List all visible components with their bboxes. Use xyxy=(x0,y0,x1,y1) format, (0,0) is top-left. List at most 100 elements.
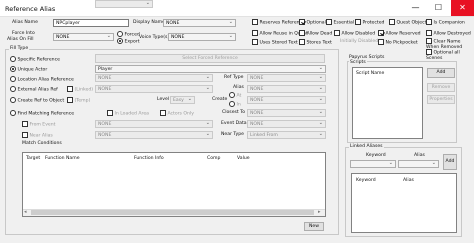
flag-checkbox[interactable] xyxy=(426,38,432,44)
flag-checkbox[interactable] xyxy=(252,39,258,45)
minimize-button[interactable]: — xyxy=(404,0,427,16)
flag-checkbox[interactable] xyxy=(326,19,332,25)
from-event-checkbox[interactable]: From Event xyxy=(22,121,55,128)
flag-checkbox[interactable] xyxy=(299,39,305,45)
flag-stores-text[interactable]: Stores Text xyxy=(299,39,332,46)
scroll-left-icon[interactable]: ◂ xyxy=(24,209,27,215)
scroll-right-icon[interactable]: ▸ xyxy=(318,209,321,215)
at-radio-circle[interactable] xyxy=(229,92,235,98)
level-select[interactable]: Easy xyxy=(170,96,195,104)
specific-reference-radio[interactable]: Specific Reference xyxy=(10,56,60,63)
flag-optional-all-scenes[interactable]: Optional all Scenes xyxy=(426,49,474,61)
export-radio[interactable]: Export xyxy=(117,38,140,45)
flag-checkbox[interactable] xyxy=(252,19,258,25)
column-target[interactable]: Target xyxy=(26,156,40,161)
select-forced-reference-button[interactable]: Select Forced Reference xyxy=(95,54,325,63)
create-object-select[interactable] xyxy=(95,0,153,8)
column-value[interactable]: Value xyxy=(237,156,250,161)
near-alias-select[interactable]: NONE xyxy=(95,131,213,139)
flag-reserves-reference[interactable]: Reserves Reference xyxy=(252,19,305,26)
column-keyword[interactable]: Keyword xyxy=(356,178,376,183)
linked-keyword-select[interactable] xyxy=(350,160,396,168)
properties-button[interactable]: Properties xyxy=(427,95,455,104)
scrollbar-thumb[interactable] xyxy=(31,210,314,215)
export-radio-circle[interactable] xyxy=(117,38,123,44)
column-alias[interactable]: Alias xyxy=(403,178,414,183)
flag-allow-reserved[interactable]: Allow Reserved xyxy=(378,30,421,37)
alias-name-input[interactable]: NPCplayer xyxy=(53,19,129,27)
near-alias-checkbox[interactable]: Near Alias xyxy=(22,132,53,139)
flag-is-companion[interactable]: Is Companion xyxy=(426,19,465,26)
flag-checkbox[interactable] xyxy=(426,49,432,55)
at-radio[interactable]: At xyxy=(229,92,241,99)
flag-checkbox[interactable] xyxy=(355,19,361,25)
from-event-box[interactable] xyxy=(22,121,28,127)
forced-radio[interactable]: Forced xyxy=(117,31,140,38)
column-function-name[interactable]: Function Name xyxy=(45,156,80,161)
display-name-select[interactable]: NONE xyxy=(163,19,236,27)
near-type-select[interactable]: Linked From xyxy=(247,131,326,139)
ref-type-select[interactable]: NONE xyxy=(247,74,326,82)
in-radio[interactable]: In xyxy=(229,101,241,108)
linked-checkbox[interactable]: (Linked) xyxy=(67,86,93,93)
radio-circle[interactable] xyxy=(10,76,16,82)
closest-to-select[interactable]: NONE xyxy=(247,109,326,117)
create-at-select[interactable]: NONE xyxy=(247,96,326,104)
external-alias-select[interactable]: NONE xyxy=(95,85,213,93)
actors-only-checkbox[interactable]: Actors Only xyxy=(160,110,194,117)
flag-checkbox[interactable] xyxy=(299,19,305,25)
external-alias-ref-radio[interactable]: External Alias Ref xyxy=(10,86,58,93)
flag-checkbox[interactable] xyxy=(334,30,340,36)
flag-quest-object[interactable]: Quest Object xyxy=(389,19,426,26)
linked-checkbox-box[interactable] xyxy=(67,86,73,92)
add-linked-alias-button[interactable]: Add xyxy=(443,154,457,170)
column-script-name[interactable]: Script Name xyxy=(356,71,384,76)
radio-circle[interactable] xyxy=(10,86,16,92)
close-button[interactable]: ✕ xyxy=(451,0,474,16)
unique-actor-radio[interactable]: Unique Actor xyxy=(10,66,47,73)
column-function-info[interactable]: Function Info xyxy=(134,156,164,161)
flag-checkbox[interactable] xyxy=(426,19,432,25)
voice-type-select[interactable]: NONE xyxy=(168,33,236,41)
flag-checkbox[interactable] xyxy=(426,30,432,36)
forced-radio-circle[interactable] xyxy=(117,31,123,37)
match-conditions-table[interactable] xyxy=(22,152,326,217)
column-comp[interactable]: Comp xyxy=(207,156,220,161)
flag-checkbox[interactable] xyxy=(252,30,258,36)
radio-circle[interactable] xyxy=(10,66,16,72)
flag-allow-disabled[interactable]: Allow Disabled xyxy=(334,30,375,37)
remove-script-button[interactable]: Remove xyxy=(427,83,455,92)
flag-protected[interactable]: Protected xyxy=(355,19,384,26)
maximize-button[interactable]: ☐ xyxy=(427,0,450,16)
flag-allow-destroyed[interactable]: Allow Destroyed xyxy=(426,30,471,37)
unique-actor-select[interactable]: Player xyxy=(95,65,326,73)
flag-allow-dead[interactable]: Allow Dead xyxy=(299,30,332,37)
radio-circle[interactable] xyxy=(10,56,16,62)
flag-uses-stored-text[interactable]: Uses Stored Text xyxy=(252,39,298,46)
in-radio-circle[interactable] xyxy=(229,101,235,107)
linked-alias-select[interactable] xyxy=(398,160,439,168)
flag-checkbox[interactable] xyxy=(299,30,305,36)
from-event-select[interactable]: NONE xyxy=(95,120,213,128)
radio-circle[interactable] xyxy=(10,110,16,116)
in-loaded-area-box[interactable] xyxy=(107,110,113,116)
actors-only-box[interactable] xyxy=(160,110,166,116)
new-condition-button[interactable]: New xyxy=(304,222,324,231)
location-alias-select[interactable]: NONE xyxy=(95,74,213,82)
flag-essential[interactable]: Essential xyxy=(326,19,354,26)
near-alias-box[interactable] xyxy=(22,132,28,138)
radio-circle[interactable] xyxy=(10,97,16,103)
flag-checkbox[interactable] xyxy=(389,19,395,25)
flag-no-pickpocket[interactable]: No Pickpocket xyxy=(378,39,418,46)
add-script-button[interactable]: Add xyxy=(427,68,455,78)
flag-checkbox[interactable] xyxy=(378,39,384,45)
force-into-select[interactable]: NONE xyxy=(53,33,114,41)
flag-checkbox[interactable] xyxy=(378,30,384,36)
in-loaded-area-checkbox[interactable]: In Loaded Area xyxy=(107,110,149,117)
alias-select[interactable]: NONE xyxy=(247,85,326,93)
location-alias-reference-radio[interactable]: Location Alias Reference xyxy=(10,76,74,83)
create-ref-to-object-radio[interactable]: Create Ref to Object xyxy=(10,97,64,104)
find-matching-reference-radio[interactable]: Find Matching Reference xyxy=(10,110,74,117)
scripts-list[interactable] xyxy=(352,67,423,139)
temp-checkbox[interactable]: (Temp) xyxy=(67,97,90,104)
